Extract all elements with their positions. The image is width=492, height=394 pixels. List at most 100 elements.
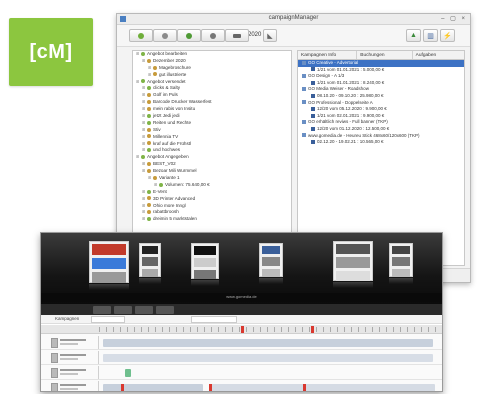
booking-row[interactable]: 1/21 vom 02.01.2021 : 9.900,00 € [298,113,464,120]
gantt-bar[interactable] [125,369,131,377]
gantt-bar[interactable] [209,384,435,391]
tree-item[interactable]: ⊞ 3D Printer Advanced [133,196,291,203]
magazine-thumbnail[interactable] [191,243,219,279]
expand-icon[interactable]: ⊞ [142,196,146,203]
booking-marker[interactable] [121,384,124,391]
expand-icon[interactable]: ⊞ [142,147,146,154]
tree-item[interactable]: ⊞ Barcode Drucker Wasserfest [133,99,291,106]
tree-item[interactable]: ⊞ Millennia TV [133,134,291,141]
tab-4[interactable] [156,306,174,314]
expand-icon[interactable]: ⊞ [142,189,146,196]
tree-item[interactable]: ⊞ Bezoar Mili Wurmmel [133,168,291,175]
tree-item[interactable]: ⊞ und hochwes [133,147,291,154]
tree-item[interactable]: ⊞ clicks & Salty [133,85,291,92]
booking-row[interactable]: 02.12.20 - 19.02.21 : 10.565,00 € [298,139,464,146]
booking-marker[interactable] [303,384,306,391]
filter-field[interactable] [191,316,237,323]
booking-row[interactable]: 12/20 vom 01.12.2020 : 12.500,00 € [298,126,464,133]
tree-item[interactable]: ⊞ Magebroschure [133,65,291,72]
tree-item[interactable]: ⊞ E-Vent [133,189,291,196]
toolbar-button-4[interactable] [201,29,225,42]
expand-icon[interactable]: ⊞ [142,113,146,120]
expand-icon[interactable]: ⊞ [136,51,140,58]
booking-row[interactable]: GO Professional - Doppelseite A [298,100,464,107]
expand-icon[interactable]: ⊞ [148,72,152,79]
gantt-bar[interactable] [103,339,433,347]
booking-marker[interactable] [209,384,212,391]
graph-button[interactable]: ⚡ [440,29,455,42]
tree-item[interactable]: ⊞ Stiv [133,127,291,134]
magazine-thumbnail[interactable] [389,243,413,277]
search-field[interactable] [91,316,125,323]
expand-icon[interactable]: ⊞ [142,161,146,168]
next-year-button[interactable]: ◣ [263,29,277,42]
tree-item[interactable]: ⊞ Angebot versendet [133,79,291,86]
magazine-thumbnail[interactable] [259,243,283,277]
toolbar-button-3[interactable] [177,29,201,42]
toolbar-button-5[interactable] [225,29,249,42]
expand-icon[interactable]: ⊞ [142,127,146,134]
booking-row[interactable]: GO erhältlich reviws - Full banner (TKP) [298,119,464,126]
magazine-thumbnail[interactable] [333,241,373,281]
tree-item[interactable]: ⊞ Dezember 2020 [133,58,291,65]
booking-row[interactable]: GO Creative - Advertorial [298,60,464,67]
expand-icon[interactable]: ⊞ [148,175,152,182]
tree-item[interactable]: ⊞ Variante 1 [133,175,291,182]
expand-icon[interactable]: ⊞ [154,182,158,189]
booking-row[interactable]: www.gomedia.de - Heureu Stick 468x60/120… [298,133,464,140]
magazine-thumbnail[interactable] [89,241,129,283]
magazine-thumbnail[interactable] [139,243,161,277]
window-controls[interactable]: – ▢ × [441,15,467,22]
tab-2[interactable] [114,306,132,314]
expand-icon[interactable]: ⊞ [142,106,146,113]
tree-item[interactable]: ⊞ BEST_V02 [133,161,291,168]
expand-icon[interactable]: ⊞ [142,99,146,106]
expand-icon[interactable]: ⊞ [148,65,152,72]
booking-row[interactable]: GO Design - A 1/3 [298,73,464,80]
gantt-bar[interactable] [103,354,433,362]
expand-icon[interactable]: ⊞ [142,209,146,216]
tree-item[interactable]: ⊞ mein rabis von Insitu [133,106,291,113]
tree-item[interactable]: ⊞ jetzt Jedi jedi [133,113,291,120]
column-buchungen[interactable]: Buchungen [357,51,413,59]
booking-row[interactable]: GO Media Weiser - Roadshow [298,86,464,93]
gantt-row[interactable] [41,351,442,365]
gantt-row[interactable] [41,381,442,391]
toolbar-button-2[interactable] [153,29,177,42]
expand-icon[interactable]: ⊞ [136,154,140,161]
column-aufgaben[interactable]: Aufgaben [413,51,464,59]
gantt-bar[interactable] [103,384,203,391]
tab-3[interactable] [135,306,153,314]
expand-icon[interactable]: ⊞ [142,85,146,92]
expand-icon[interactable]: ⊞ [136,79,140,86]
booking-row[interactable]: 1/21 vom 01.01.2021 : 8.240,00 € [298,80,464,87]
booking-row[interactable]: 1/21 vom 01.01.2021 : 5.000,00 € [298,67,464,74]
tree-item[interactable]: ⊞ rabattbroosh [133,209,291,216]
export-button[interactable]: ▲ [406,29,421,42]
tree-item[interactable]: ⊞ kraf auf die Frühstl [133,141,291,148]
expand-icon[interactable]: ⊞ [142,58,146,65]
expand-icon[interactable]: ⊞ [142,168,146,175]
expand-icon[interactable]: ⊞ [142,92,146,99]
tree-item[interactable]: ⊞ Angebot Angegeben [133,154,291,161]
expand-icon[interactable]: ⊞ [142,120,146,127]
gantt-row[interactable] [41,336,442,350]
expand-icon[interactable]: ⊞ [142,141,146,148]
gantt-row[interactable] [41,366,442,380]
tree-item[interactable]: ⊞ Reiten und Rechte [133,120,291,127]
expand-icon[interactable]: ⊞ [142,203,146,210]
tree-item[interactable]: ⊞ Volumen: 75.640,00 € [133,182,291,189]
toolbar-button-1[interactable] [129,29,153,42]
tree-item[interactable]: ⊞ gut illustrierte [133,72,291,79]
booking-row[interactable]: 12/20 vom 05.12.2020 : 9.900,00 € [298,106,464,113]
tree-item[interactable]: ⊞ Angebot bearbeiten [133,51,291,58]
column-kampagnen-info[interactable]: Kampagnen Info [298,51,358,59]
expand-icon[interactable]: ⊞ [142,216,146,223]
tree-item[interactable]: ⊞ Ohio more Inngl [133,203,291,210]
expand-icon[interactable]: ⊞ [142,134,146,141]
tree-item[interactable]: ⊞ dreimin 5 marktstalen [133,216,291,223]
tab-1[interactable] [93,306,111,314]
chart-button[interactable]: ▥ [423,29,438,42]
tree-item[interactable]: ⊞ Golf im Puls [133,92,291,99]
booking-row[interactable]: 08.10.20 - 09.10.20 : 25.980,00 € [298,93,464,100]
